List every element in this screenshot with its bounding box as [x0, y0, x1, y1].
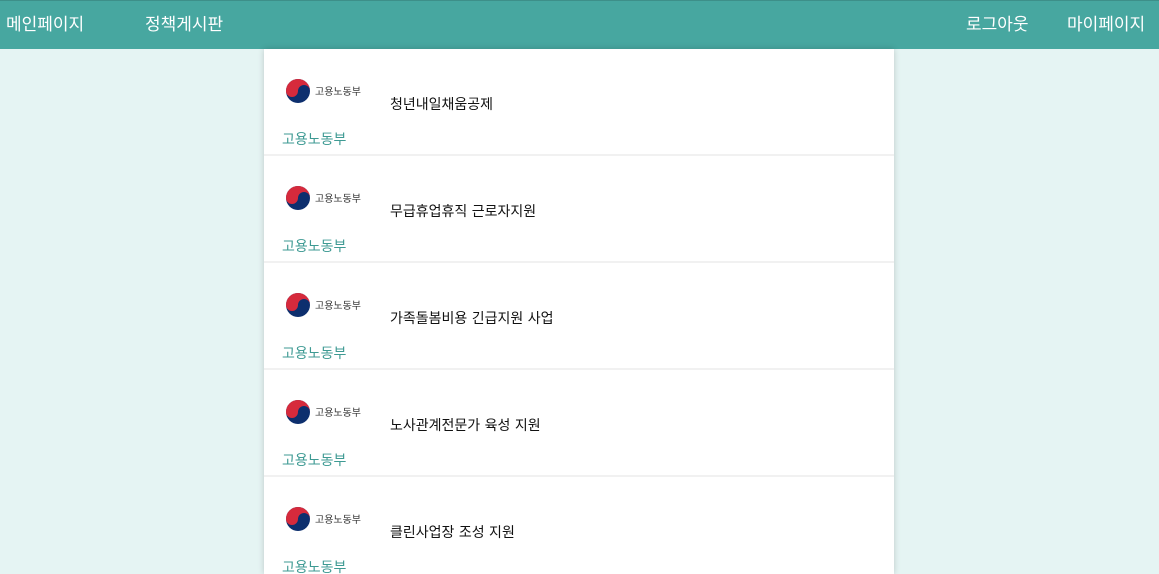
nav-policy-board-link[interactable]: 정책게시판 — [145, 1, 223, 50]
policy-agency: 고용노동부 — [282, 560, 347, 574]
logo-text: 고용노동부 — [315, 86, 361, 98]
top-navbar: 메인페이지 정책게시판 로그아웃 마이페이지 — [0, 0, 1159, 49]
policy-agency: 고용노동부 — [282, 132, 347, 148]
policy-title[interactable]: 청년내일채움공제 — [390, 94, 493, 114]
logo-text: 고용노동부 — [315, 300, 361, 312]
policy-list-item[interactable]: 고용노동부 클린사업장 조성 지원 고용노동부 — [264, 477, 894, 574]
logo-text: 고용노동부 — [315, 514, 361, 526]
ministry-logo: 고용노동부 — [286, 293, 361, 317]
policy-agency: 고용노동부 — [282, 346, 347, 362]
logo-text: 고용노동부 — [315, 407, 361, 419]
policy-title[interactable]: 가족돌봄비용 긴급지원 사업 — [390, 308, 553, 328]
policy-list-item[interactable]: 고용노동부 가족돌봄비용 긴급지원 사업 고용노동부 — [264, 263, 894, 370]
ministry-logo: 고용노동부 — [286, 400, 361, 424]
policy-list-item[interactable]: 고용노동부 노사관계전문가 육성 지원 고용노동부 — [264, 370, 894, 477]
policy-title[interactable]: 노사관계전문가 육성 지원 — [390, 415, 541, 435]
ministry-logo: 고용노동부 — [286, 79, 361, 103]
policy-title[interactable]: 클린사업장 조성 지원 — [390, 522, 515, 542]
nav-logout-link[interactable]: 로그아웃 — [966, 1, 1029, 50]
policy-list-item[interactable]: 고용노동부 무급휴업휴직 근로자지원 고용노동부 — [264, 156, 894, 263]
policy-list-item[interactable]: 고용노동부 청년내일채움공제 고용노동부 — [264, 49, 894, 156]
ministry-logo: 고용노동부 — [286, 186, 361, 210]
logo-text: 고용노동부 — [315, 193, 361, 205]
policy-list: 고용노동부 청년내일채움공제 고용노동부 고용노동부 무급휴업휴직 근로자지원 … — [264, 49, 894, 574]
policy-agency: 고용노동부 — [282, 453, 347, 469]
nav-my-page-link[interactable]: 마이페이지 — [1067, 1, 1145, 50]
policy-agency: 고용노동부 — [282, 239, 347, 255]
policy-title[interactable]: 무급휴업휴직 근로자지원 — [390, 201, 536, 221]
ministry-logo: 고용노동부 — [286, 507, 361, 531]
nav-main-page-link[interactable]: 메인페이지 — [6, 1, 84, 50]
